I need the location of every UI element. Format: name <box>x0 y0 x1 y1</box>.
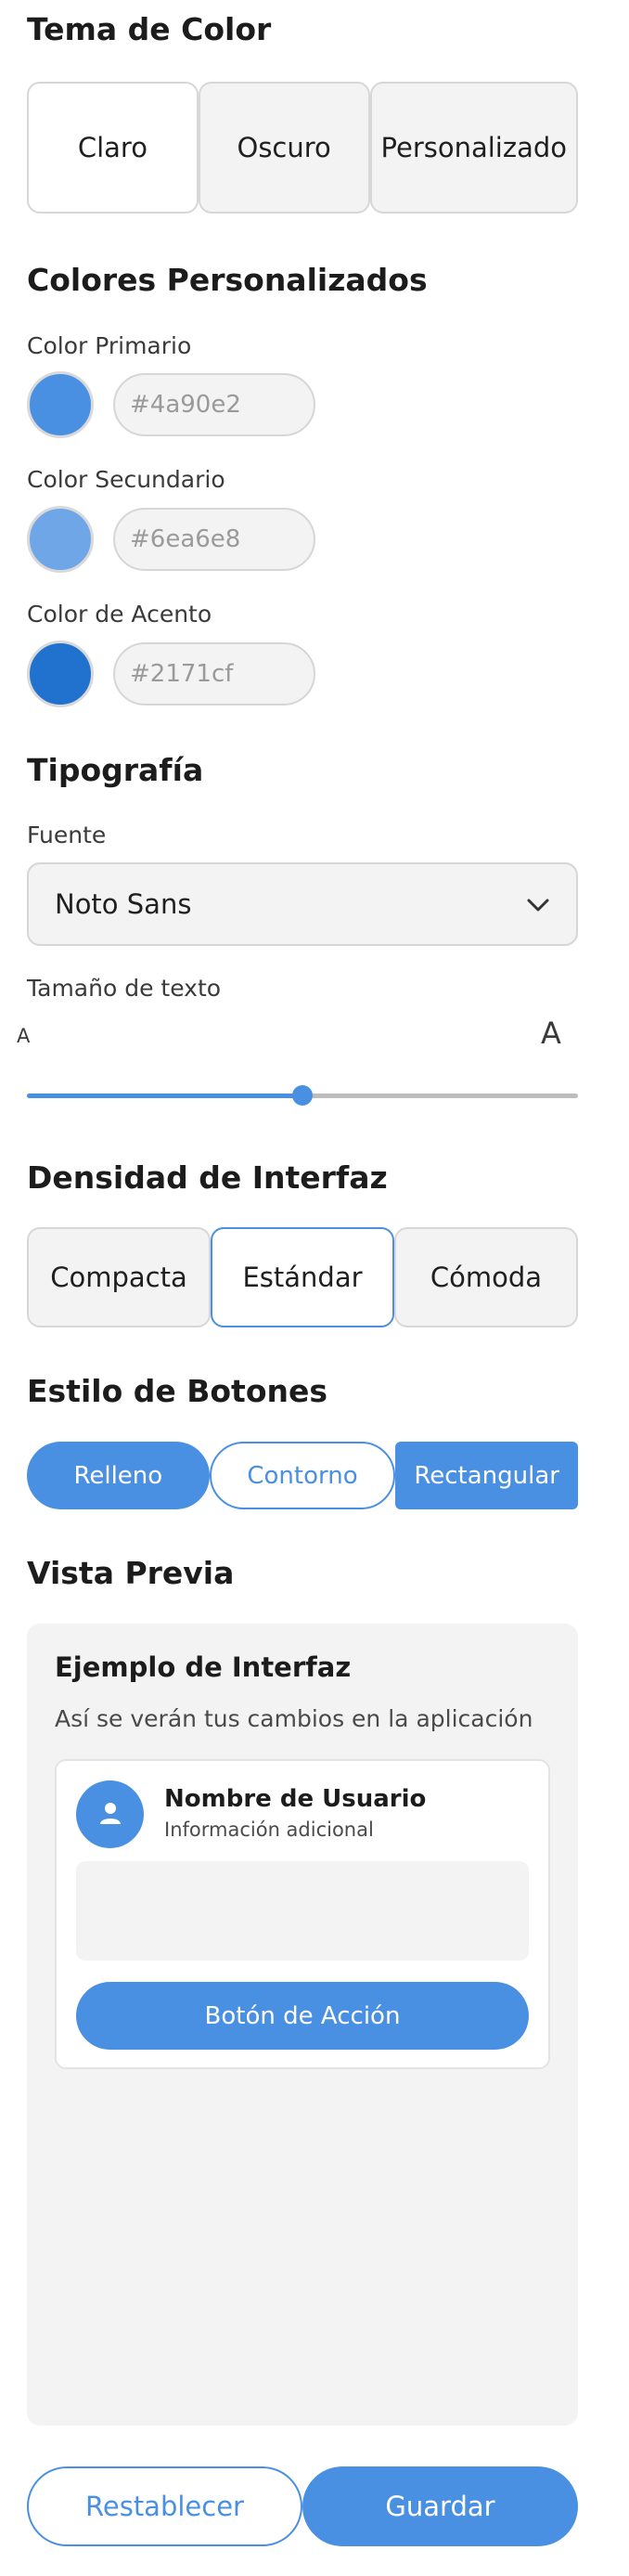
primary-color-swatch[interactable] <box>27 371 94 438</box>
button-style-options: Relleno Contorno Rectangular <box>27 1442 579 1509</box>
font-select-value: Noto Sans <box>55 888 192 920</box>
preview-panel: Ejemplo de Interfaz Así se verán tus cam… <box>27 1624 578 2426</box>
save-button[interactable]: Guardar <box>302 2466 578 2546</box>
button-style-title: Estilo de Botones <box>27 1373 328 1409</box>
primary-color-label: Color Primario <box>27 332 192 359</box>
text-size-slider-thumb[interactable] <box>292 1085 313 1106</box>
secondary-color-input[interactable]: #6ea6e8 <box>113 508 315 571</box>
preview-example-title: Ejemplo de Interfaz <box>55 1651 352 1683</box>
font-label: Fuente <box>27 822 107 848</box>
theme-section-title: Tema de Color <box>27 11 272 47</box>
chevron-down-icon <box>526 888 550 920</box>
text-size-slider-fill <box>27 1094 302 1098</box>
preview-user-name: Nombre de Usuario <box>164 1785 427 1813</box>
primary-color-input[interactable]: #4a90e2 <box>113 373 315 436</box>
user-icon <box>98 1801 122 1829</box>
avatar <box>76 1780 144 1848</box>
font-select[interactable]: Noto Sans <box>27 862 578 946</box>
button-style-rectangular[interactable]: Rectangular <box>395 1442 579 1509</box>
preview-action-button[interactable]: Botón de Acción <box>76 1982 529 2050</box>
preview-content-placeholder <box>76 1861 529 1961</box>
reset-button[interactable]: Restablecer <box>27 2466 302 2546</box>
density-option-comfortable[interactable]: Cómoda <box>394 1227 578 1327</box>
button-style-filled[interactable]: Relleno <box>27 1442 210 1509</box>
preview-title: Vista Previa <box>27 1555 235 1591</box>
theme-option-light[interactable]: Claro <box>27 82 199 214</box>
text-size-small-icon: A <box>17 1025 31 1047</box>
density-title: Densidad de Interfaz <box>27 1159 388 1196</box>
theme-segmented-control: Claro Oscuro Personalizado <box>27 82 579 214</box>
theme-option-dark[interactable]: Oscuro <box>198 82 370 214</box>
typography-title: Tipografía <box>27 752 204 788</box>
accent-color-label: Color de Acento <box>27 601 212 628</box>
secondary-color-label: Color Secundario <box>27 466 225 493</box>
text-size-large-icon: A <box>541 1016 561 1051</box>
custom-colors-title: Colores Personalizados <box>27 262 428 298</box>
secondary-color-swatch[interactable] <box>27 506 94 573</box>
accent-color-swatch[interactable] <box>27 641 94 707</box>
button-style-outline[interactable]: Contorno <box>209 1442 396 1509</box>
preview-example-subtitle: Así se verán tus cambios en la aplicació… <box>55 1705 533 1732</box>
preview-user-card: Nombre de Usuario Información adicional … <box>55 1759 550 2069</box>
text-size-label: Tamaño de texto <box>27 975 222 1002</box>
accent-color-input[interactable]: #2171cf <box>113 642 315 705</box>
density-option-compact[interactable]: Compacta <box>27 1227 211 1327</box>
density-segmented-control: Compacta Estándar Cómoda <box>27 1227 578 1327</box>
theme-option-custom[interactable]: Personalizado <box>369 82 579 214</box>
density-option-standard[interactable]: Estándar <box>211 1227 394 1327</box>
preview-user-info: Información adicional <box>164 1819 374 1841</box>
